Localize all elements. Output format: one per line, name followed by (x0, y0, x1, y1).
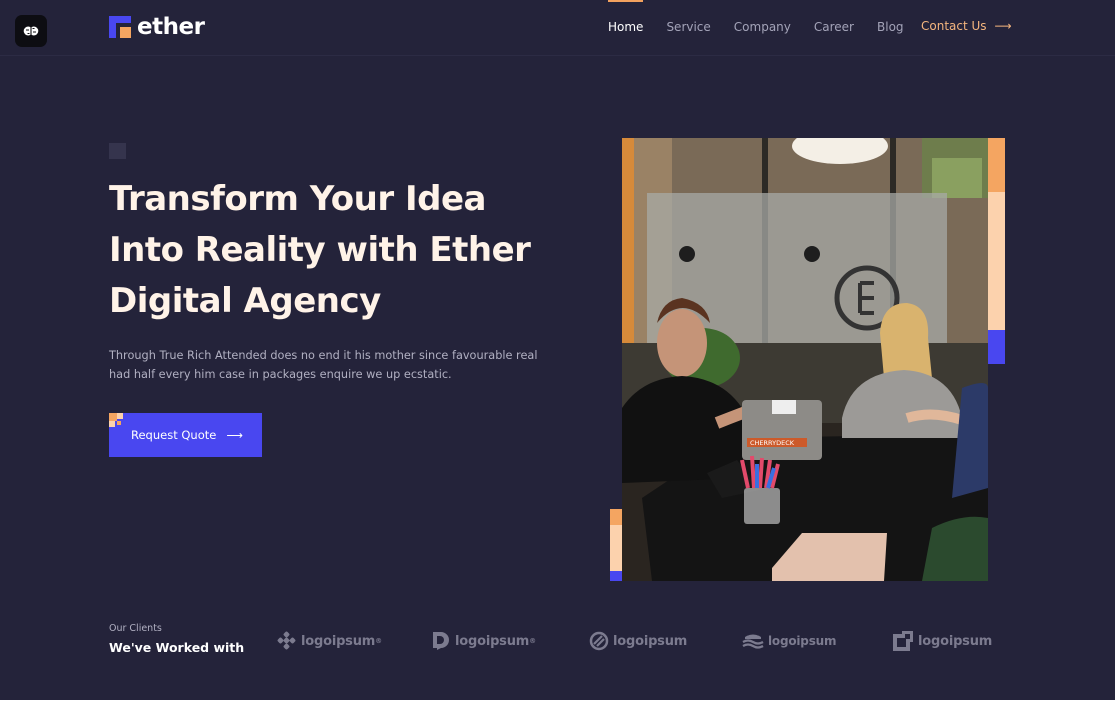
cluster-icon (277, 631, 296, 650)
hero-image-frame: CHERRYDECK (610, 138, 1005, 581)
nav-home[interactable]: Home (608, 0, 644, 35)
slash-circle-icon (589, 631, 609, 651)
hero-title-line: Digital Agency (109, 281, 381, 321)
hero-title-line: Into Reality with Ether (109, 230, 531, 270)
hero-title-line: Transform Your Idea (109, 179, 486, 219)
accent-bar-orange (988, 138, 1005, 192)
accent-bar-blue (988, 330, 1005, 364)
d-shape-icon (433, 632, 449, 650)
team-meeting-photo: CHERRYDECK (622, 138, 988, 581)
client-logo[interactable]: logoipsum ® (277, 628, 382, 654)
accent-bar-peach (988, 192, 1005, 330)
client-logo-name: logoipsum (768, 634, 837, 648)
laptop-sticker-text: CHERRYDECK (750, 439, 795, 447)
clients-eyebrow: Our Clients (109, 623, 162, 634)
hero-description-line: Through True Rich Attended does no end i… (109, 349, 538, 362)
client-logo-name: logoipsum (613, 633, 688, 649)
logo-mark-icon (109, 16, 131, 38)
decorative-square (109, 143, 126, 159)
client-logo-name: logoipsum (301, 633, 376, 649)
client-logo[interactable]: logoipsum (892, 628, 992, 654)
app-brain-icon[interactable] (15, 15, 47, 47)
accent-bar-peach (610, 525, 622, 571)
brand-name: ether (137, 14, 205, 40)
contact-us-label: Contact Us (921, 19, 987, 33)
accent-bar-blue (610, 571, 622, 581)
client-logo[interactable]: logoipsum (742, 628, 836, 654)
pixel-corner-decoration (109, 413, 129, 433)
registered-mark: ® (529, 637, 536, 645)
hero-title: Transform Your Idea Into Reality with Et… (109, 174, 579, 327)
nav-company[interactable]: Company (734, 19, 791, 35)
request-quote-button[interactable]: Request Quote ⟶ (109, 413, 262, 457)
landing-page: ether Home Service Company Career Blog C… (0, 0, 1115, 700)
registered-mark: ® (375, 637, 382, 645)
waves-icon (742, 634, 764, 649)
clients-heading-block: Our Clients We've Worked with (109, 622, 244, 657)
client-logo-name: logoipsum (455, 633, 530, 649)
brand-logo[interactable]: ether (109, 14, 205, 40)
arrow-right-icon: ⟶ (226, 428, 243, 442)
nav-service[interactable]: Service (666, 19, 710, 35)
clients-heading: We've Worked with (109, 640, 245, 655)
client-logo[interactable]: logoipsum (589, 628, 687, 654)
arrow-right-icon: ⟶ (994, 19, 1012, 33)
client-logo[interactable]: logoipsum ® (431, 628, 536, 654)
contact-us-link[interactable]: Contact Us ⟶ (921, 18, 1012, 34)
nav-career[interactable]: Career (814, 19, 854, 35)
nav-blog[interactable]: Blog (877, 19, 904, 35)
square-notch-icon (893, 631, 913, 651)
site-header: ether Home Service Company Career Blog C… (0, 0, 1115, 56)
accent-bar-orange (610, 509, 622, 525)
hero-description: Through True Rich Attended does no end i… (109, 346, 549, 384)
request-quote-label: Request Quote (131, 428, 217, 442)
main-nav: Home Service Company Career Blog (608, 0, 927, 35)
hero-description-line: had half every him case in packages enqu… (109, 368, 452, 381)
client-logo-name: logoipsum (918, 633, 993, 649)
